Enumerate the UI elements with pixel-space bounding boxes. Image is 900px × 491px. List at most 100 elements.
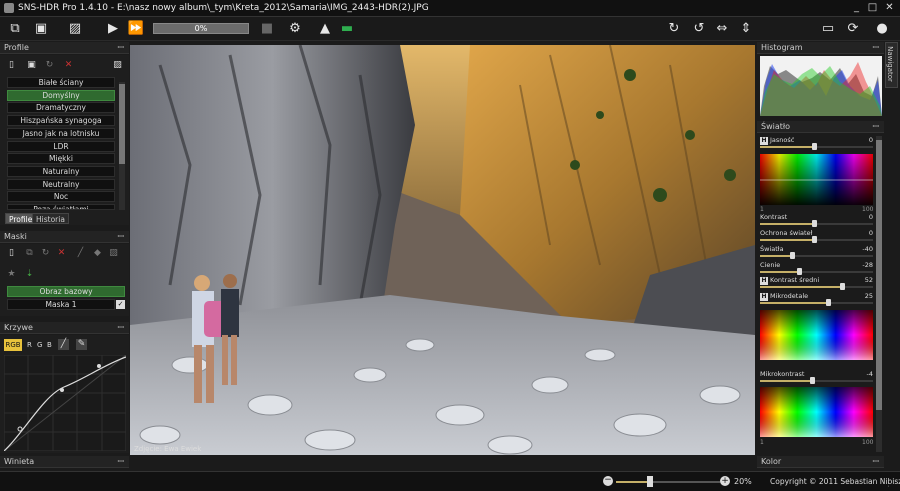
h-toggle-icon[interactable]: H — [760, 277, 768, 285]
slider-fill — [760, 223, 814, 225]
navigator-tab-label: Nawigator — [885, 46, 894, 82]
zoom-slider-track[interactable] — [616, 481, 720, 483]
save-profile-icon[interactable]: ▣ — [26, 60, 37, 71]
new-mask-icon[interactable]: ▯ — [6, 248, 17, 259]
zoom-in-icon[interactable]: + — [720, 476, 730, 486]
color-gradient-3 — [760, 387, 873, 437]
panel-title: Histogram — [761, 43, 803, 52]
slider-label-text: Kontrast średni — [770, 276, 820, 284]
navigator-side-tab[interactable]: Nawigator — [885, 42, 898, 88]
h-toggle-icon[interactable]: H — [760, 137, 768, 145]
zoom-slider-knob[interactable] — [647, 476, 653, 487]
delete-mask-icon[interactable]: ✕ — [56, 248, 67, 259]
slider-knob[interactable] — [826, 299, 831, 306]
curve-pencil-icon[interactable]: ✎ — [76, 339, 87, 350]
preset-item[interactable]: Hiszpańska synagoga — [7, 115, 115, 127]
h-toggle-icon[interactable]: H — [760, 293, 768, 301]
flip-horizontal-icon[interactable]: ⇔ — [712, 20, 732, 38]
brush-icon[interactable]: ╱ — [75, 248, 86, 259]
settings-icon[interactable]: ⚙ — [285, 20, 305, 38]
resize-grip-icon[interactable]: ⋰ — [887, 479, 895, 488]
preset-item[interactable]: Dramatyczny — [7, 102, 115, 114]
channel-b[interactable]: B — [47, 341, 52, 349]
pin-icon[interactable]: ꟷ — [117, 231, 124, 243]
fill-icon[interactable]: ◆ — [92, 248, 103, 259]
slider-row: H Kontrast średni 52 — [760, 276, 873, 292]
slider-row: H Jasność 0 — [760, 136, 873, 152]
kolor-panel-header[interactable]: Kolor ꟷ — [757, 456, 884, 468]
slider-value: 0 — [868, 213, 873, 221]
close-icon[interactable]: ✕ — [883, 2, 896, 14]
stop-icon[interactable]: ■ — [257, 20, 277, 38]
delete-icon[interactable]: ✕ — [63, 60, 74, 71]
pin-icon[interactable]: ꟷ — [872, 456, 879, 468]
preset-item[interactable]: Domyślny — [7, 89, 115, 101]
pin-icon[interactable]: ꟷ — [872, 121, 879, 133]
slider-value: 52 — [864, 276, 873, 284]
tab-historia[interactable]: Historia — [32, 213, 69, 224]
swiatlo-scrollbar[interactable] — [876, 136, 882, 452]
rotate-left-icon[interactable]: ↺ — [689, 20, 709, 38]
slider-knob[interactable] — [812, 236, 817, 243]
profile-image-icon[interactable]: ▨ — [112, 60, 123, 71]
preset-item[interactable]: Naturalny — [7, 165, 115, 177]
slider-fill — [760, 286, 842, 288]
pin-green-icon[interactable]: ⇣ — [24, 269, 35, 280]
star-icon[interactable]: ★ — [6, 269, 17, 280]
slider-knob[interactable] — [812, 143, 817, 150]
pin-icon[interactable]: ꟷ — [117, 42, 124, 54]
save-icon[interactable]: ▣ — [31, 20, 51, 38]
preset-item[interactable]: Noc — [7, 191, 115, 203]
globe-icon[interactable]: ● — [872, 20, 892, 38]
reload-mask-icon[interactable]: ↻ — [40, 248, 51, 259]
slider-knob[interactable] — [810, 377, 815, 384]
mask-checkbox[interactable]: ✓ — [116, 300, 125, 309]
mask-item-base[interactable]: Obraz bazowy — [7, 286, 125, 297]
winieta-panel-header[interactable]: Winieta ꟷ — [0, 456, 129, 468]
copy-mask-icon[interactable]: ⧉ — [24, 248, 35, 259]
rotate-right-icon[interactable]: ↻ — [664, 20, 684, 38]
monitor-icon[interactable]: ▭ — [818, 20, 838, 38]
play-icon[interactable]: ▶ — [103, 20, 123, 38]
pin-icon[interactable]: ꟷ — [117, 322, 124, 334]
preset-item[interactable]: Jasno jak na lotnisku — [7, 127, 115, 139]
slider-knob[interactable] — [840, 283, 845, 290]
display-icon[interactable]: ▬ — [337, 20, 357, 38]
channel-r[interactable]: R — [27, 341, 32, 349]
zoom-out-icon[interactable]: − — [603, 476, 613, 486]
slider-knob[interactable] — [797, 268, 802, 275]
mask-item-1[interactable]: Maska 1 — [7, 299, 115, 310]
slider-fill — [760, 302, 828, 304]
channel-rgb[interactable]: RGB — [4, 339, 22, 351]
pin-icon[interactable]: ꟷ — [117, 456, 124, 468]
open-icon[interactable]: ⧉ — [5, 20, 25, 38]
slider-label-text: Światła — [760, 245, 784, 253]
preset-scrollbar[interactable] — [119, 82, 125, 210]
curve-graph[interactable] — [4, 355, 126, 451]
slider-label-text: Cienie — [760, 261, 781, 269]
channel-g[interactable]: G — [37, 341, 42, 349]
slider-row: Kontrast 0 — [760, 213, 873, 229]
preset-item[interactable]: Neutralny — [7, 178, 115, 190]
slider-knob[interactable] — [790, 252, 795, 259]
preset-item[interactable]: Białe ściany — [7, 77, 115, 88]
slider-knob[interactable] — [812, 220, 817, 227]
preset-item[interactable]: Poza światłami — [7, 204, 115, 210]
refresh-icon[interactable]: ⟳ — [843, 20, 863, 38]
new-profile-icon[interactable]: ▯ — [6, 60, 17, 71]
flip-vertical-icon[interactable]: ⇕ — [736, 20, 756, 38]
pin-icon[interactable]: ꟷ — [872, 42, 879, 54]
preset-item[interactable]: LDR — [7, 140, 115, 152]
reload-icon[interactable]: ↻ — [44, 60, 55, 71]
minimize-icon[interactable]: _ — [850, 2, 863, 14]
maximize-icon[interactable]: □ — [866, 2, 879, 14]
align-icon[interactable]: ▲ — [315, 20, 335, 38]
curve-pen-icon[interactable]: ╱ — [58, 339, 69, 350]
photo-canvas[interactable]: Zdjęcie: Ewa Ewiek — [130, 45, 755, 455]
fast-forward-icon[interactable]: ⏩ — [126, 20, 146, 38]
slider-label: Światła — [760, 245, 784, 253]
maski-panel: ▯ ⧉ ↻ ✕ ╱ ◆ ▨ ★ ⇣ Obraz bazowy Maska 1 ✓ — [0, 244, 129, 316]
preset-item[interactable]: Miękki — [7, 153, 115, 165]
mask-image-icon[interactable]: ▨ — [108, 248, 119, 259]
image-icon[interactable]: ▨ — [65, 20, 85, 38]
